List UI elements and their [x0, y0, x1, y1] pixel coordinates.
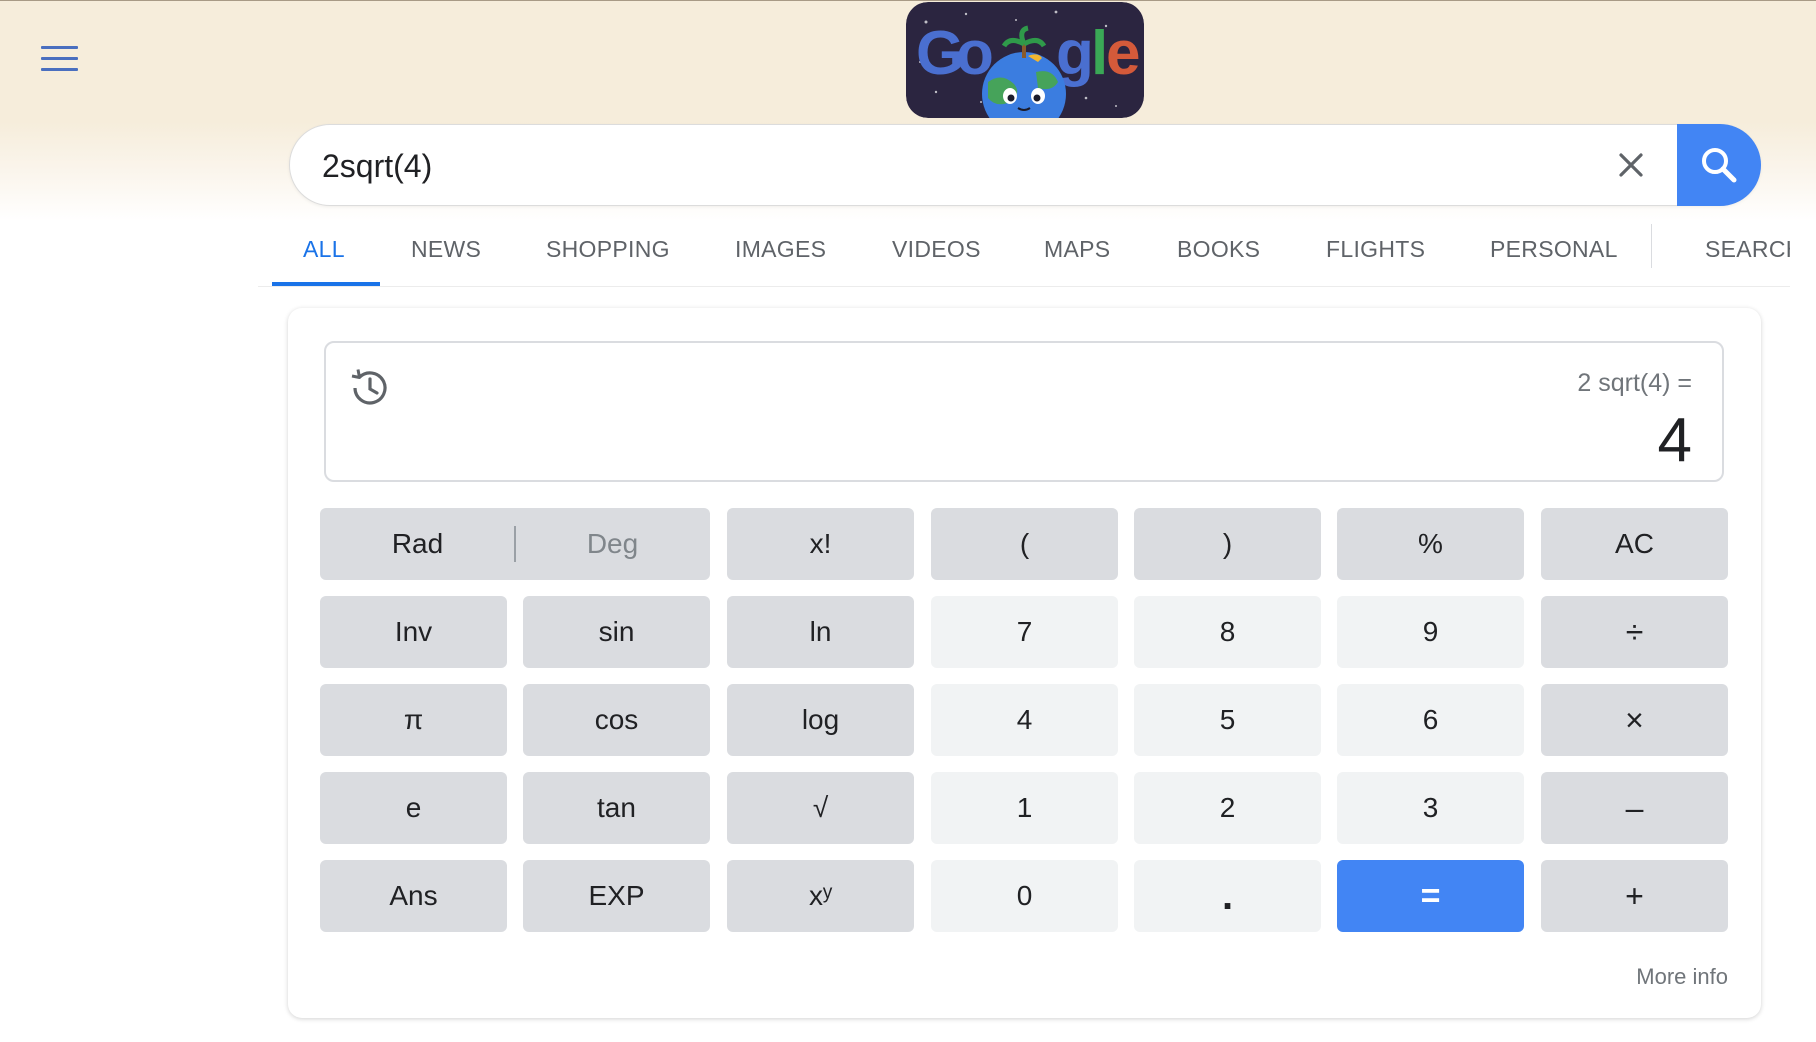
tab-overflow-clip: SEARCH — [1693, 222, 1790, 282]
divide-key[interactable]: ÷ — [1541, 596, 1728, 668]
clear-search-button[interactable] — [1605, 139, 1657, 191]
tab-news[interactable]: NEWS — [411, 236, 481, 263]
rad-deg-toggle: Rad Deg — [320, 508, 710, 580]
digit-0-key[interactable]: 0 — [931, 860, 1118, 932]
close-paren-key[interactable]: ) — [1134, 508, 1321, 580]
power-key[interactable]: xʸ — [727, 860, 914, 932]
tab-divider — [1651, 224, 1652, 268]
square-root-key[interactable]: √ — [727, 772, 914, 844]
digit-6-key[interactable]: 6 — [1337, 684, 1524, 756]
sin-key[interactable]: sin — [523, 596, 710, 668]
ln-key[interactable]: ln — [727, 596, 914, 668]
factorial-key[interactable]: x! — [727, 508, 914, 580]
search-bar — [289, 124, 1761, 206]
rad-button[interactable]: Rad — [320, 508, 515, 580]
inverse-key[interactable]: Inv — [320, 596, 507, 668]
calculator-display: 2 sqrt(4) = 4 — [324, 341, 1724, 482]
tab-personal[interactable]: PERSONAL — [1490, 236, 1618, 263]
log-key[interactable]: log — [727, 684, 914, 756]
multiply-key[interactable]: × — [1541, 684, 1728, 756]
digit-4-key[interactable]: 4 — [931, 684, 1118, 756]
calculator-result: 4 — [1657, 406, 1692, 475]
decimal-point-key[interactable]: . — [1134, 860, 1321, 932]
history-icon[interactable] — [346, 365, 392, 411]
percent-key[interactable]: % — [1337, 508, 1524, 580]
google-doodle-logo[interactable]: G o g l e — [906, 2, 1144, 118]
tab-books[interactable]: BOOKS — [1177, 236, 1260, 263]
doodle-earth-icon: G o g l e — [906, 2, 1144, 118]
all-clear-key[interactable]: AC — [1541, 508, 1728, 580]
cos-key[interactable]: cos — [523, 684, 710, 756]
tan-key[interactable]: tan — [523, 772, 710, 844]
digit-7-key[interactable]: 7 — [931, 596, 1118, 668]
add-key[interactable]: + — [1541, 860, 1728, 932]
subtract-key[interactable]: – — [1541, 772, 1728, 844]
menu-line-icon — [41, 57, 78, 60]
tab-flights[interactable]: FLIGHTS — [1326, 236, 1425, 263]
search-icon — [1702, 148, 1737, 183]
tab-shopping[interactable]: SHOPPING — [546, 236, 670, 263]
deg-button[interactable]: Deg — [515, 508, 710, 580]
tab-all[interactable]: ALL — [303, 236, 345, 263]
tab-images[interactable]: IMAGES — [735, 236, 826, 263]
equals-key[interactable]: = — [1337, 860, 1524, 932]
digit-5-key[interactable]: 5 — [1134, 684, 1321, 756]
calculator-card: 2 sqrt(4) = 4 Rad Deg x! ( ) % AC Inv si… — [288, 308, 1761, 1018]
digit-1-key[interactable]: 1 — [931, 772, 1118, 844]
euler-key[interactable]: e — [320, 772, 507, 844]
active-tab-indicator — [272, 282, 380, 286]
open-paren-key[interactable]: ( — [931, 508, 1118, 580]
tab-search-tools[interactable]: SEARCH — [1705, 236, 1790, 263]
close-icon — [1619, 153, 1643, 177]
tab-maps[interactable]: MAPS — [1044, 236, 1110, 263]
answer-key[interactable]: Ans — [320, 860, 507, 932]
exp-key[interactable]: EXP — [523, 860, 710, 932]
more-info-link[interactable]: More info — [1636, 964, 1728, 990]
digit-9-key[interactable]: 9 — [1337, 596, 1524, 668]
digit-2-key[interactable]: 2 — [1134, 772, 1321, 844]
menu-line-icon — [41, 46, 78, 49]
menu-line-icon — [41, 68, 78, 71]
hamburger-menu-button[interactable] — [38, 42, 82, 76]
digit-3-key[interactable]: 3 — [1337, 772, 1524, 844]
search-button[interactable] — [1677, 124, 1761, 206]
calculator-expression: 2 sqrt(4) = — [1577, 369, 1692, 397]
search-input[interactable] — [320, 141, 1574, 191]
tab-videos[interactable]: VIDEOS — [892, 236, 981, 263]
svg-text:e: e — [1106, 19, 1140, 88]
pi-key[interactable]: π — [320, 684, 507, 756]
digit-8-key[interactable]: 8 — [1134, 596, 1321, 668]
history-clock-icon — [351, 369, 387, 405]
search-tabs: ALL NEWS SHOPPING IMAGES VIDEOS MAPS BOO… — [258, 222, 1790, 287]
